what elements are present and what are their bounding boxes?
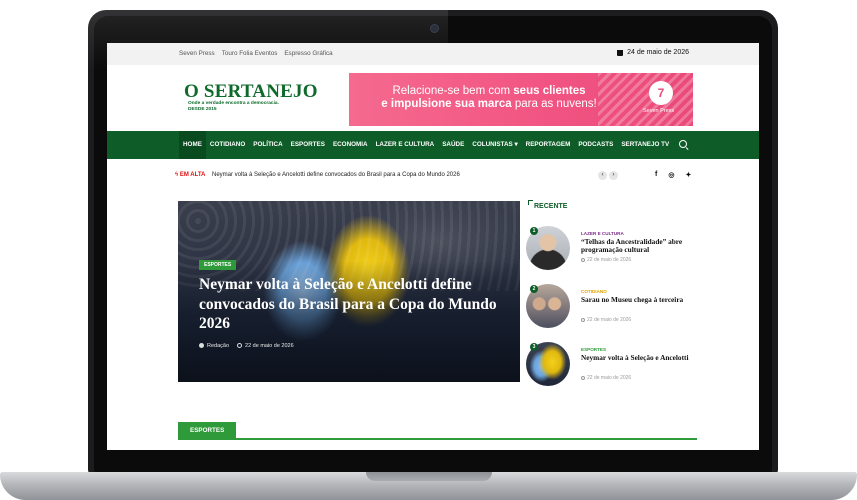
recent-post-date: 22 de maio de 2026 bbox=[581, 257, 631, 263]
laptop-frame: Seven Press Touro Folia Eventos Espresso… bbox=[0, 0, 857, 500]
facebook-icon[interactable]: f bbox=[655, 171, 657, 179]
website-screen: Seven Press Touro Folia Eventos Espresso… bbox=[107, 43, 759, 450]
hero-category-badge[interactable]: ESPORTES bbox=[199, 260, 237, 270]
nav-item-esportes[interactable]: ESPORTES bbox=[287, 131, 329, 159]
hero-author[interactable]: Redação bbox=[199, 343, 229, 349]
current-date-text: 24 de maio de 2026 bbox=[627, 49, 689, 56]
logo-since: DESDE 2015 bbox=[188, 107, 217, 112]
nav-item-economia[interactable]: ECONOMIA bbox=[329, 131, 372, 159]
ad-line-1-plain: Relacione-se bem com bbox=[392, 85, 514, 97]
ad-line-2: e impulsione sua marca para as nuvens! bbox=[369, 98, 609, 111]
laptop-notch bbox=[366, 472, 492, 481]
instagram-icon[interactable]: ◎ bbox=[668, 171, 674, 179]
hero-article[interactable]: ESPORTES Neymar volta à Seleção e Ancelo… bbox=[178, 201, 520, 382]
nav-items: HOME COTIDIANO POLÍTICA ESPORTES ECONOMI… bbox=[179, 131, 689, 159]
webcam bbox=[430, 24, 439, 33]
site-logo[interactable]: O SERTANEJO Onde a verdade encontra a de… bbox=[184, 82, 318, 113]
recent-post-category[interactable]: LAZER E CULTURA bbox=[581, 231, 624, 236]
ad-line-1: Relacione-se bem com seus clientes bbox=[369, 85, 609, 98]
ticker-next-button[interactable]: › bbox=[609, 171, 618, 180]
section-esportes: ESPORTES bbox=[178, 422, 697, 442]
clock-icon bbox=[237, 343, 243, 349]
main-nav: HOME COTIDIANO POLÍTICA ESPORTES ECONOMI… bbox=[107, 131, 759, 159]
nav-item-home[interactable]: HOME bbox=[179, 131, 206, 159]
recent-sidebar: RECENTE 1 LAZER E CULTURA “Telhas da Anc… bbox=[526, 200, 696, 392]
recent-post-title[interactable]: Sarau no Museu chega à terceira bbox=[581, 296, 693, 304]
top-links: Seven Press Touro Folia Eventos Espresso… bbox=[179, 50, 333, 57]
nav-item-politica[interactable]: POLÍTICA bbox=[249, 131, 286, 159]
recent-heading: RECENTE bbox=[528, 200, 567, 210]
social-links: f ◎ ✦ bbox=[655, 171, 691, 179]
current-date: 24 de maio de 2026 bbox=[617, 49, 689, 56]
nav-item-lazer-cultura[interactable]: LAZER E CULTURA bbox=[372, 131, 439, 159]
top-link-seven-press[interactable]: Seven Press bbox=[179, 50, 215, 57]
recent-post[interactable]: 3 ESPORTES Neymar volta à Seleção e Ance… bbox=[526, 342, 696, 392]
nav-item-sertanejo-tv[interactable]: SERTANEJO TV bbox=[617, 131, 673, 159]
nav-item-saude[interactable]: SAÚDE bbox=[438, 131, 468, 159]
recent-post-number: 1 bbox=[530, 227, 538, 235]
recent-post-number: 3 bbox=[530, 343, 538, 351]
ad-line-2-bold: e impulsione sua marca bbox=[381, 98, 512, 110]
hero-meta: Redação 22 de maio de 2026 bbox=[199, 343, 294, 349]
user-icon bbox=[199, 343, 204, 349]
recent-post-date-text: 22 de maio de 2026 bbox=[587, 317, 632, 323]
top-link-espresso[interactable]: Espresso Gráfica bbox=[284, 50, 332, 57]
top-link-touro-folia[interactable]: Touro Folia Eventos bbox=[222, 50, 278, 57]
calendar-icon bbox=[617, 49, 624, 56]
section-divider bbox=[178, 438, 697, 440]
twitter-icon[interactable]: ✦ bbox=[685, 171, 691, 179]
recent-post-date: 22 de maio de 2026 bbox=[581, 317, 631, 323]
section-title[interactable]: ESPORTES bbox=[178, 422, 237, 439]
hero-date: 22 de maio de 2026 bbox=[237, 343, 294, 349]
ad-brand: Seven Press bbox=[643, 108, 675, 114]
ticker-arrows: ‹ › bbox=[598, 171, 618, 180]
recent-post-date: 22 de maio de 2026 bbox=[581, 375, 631, 381]
nav-item-reportagem[interactable]: REPORTAGEM bbox=[522, 131, 575, 159]
ad-line-2-plain: para as nuvens! bbox=[511, 98, 597, 110]
clock-icon bbox=[581, 375, 585, 380]
recent-post[interactable]: 1 LAZER E CULTURA “Telhas da Ancestralid… bbox=[526, 226, 696, 276]
hero-title[interactable]: Neymar volta à Seleção e Ancelotti defin… bbox=[199, 275, 504, 334]
ticker-prev-button[interactable]: ‹ bbox=[598, 171, 607, 180]
recent-post-category[interactable]: ESPORTES bbox=[581, 347, 606, 352]
clock-icon bbox=[581, 257, 585, 262]
news-ticker: ϟ EM ALTA Neymar volta à Seleção e Ancel… bbox=[175, 170, 695, 182]
recent-post-date-text: 22 de maio de 2026 bbox=[587, 257, 632, 263]
recent-post-category[interactable]: COTIDIANO bbox=[581, 289, 607, 294]
ticker-label: ϟ EM ALTA bbox=[175, 172, 206, 178]
logo-name: O SERTANEJO bbox=[184, 81, 318, 102]
hero-date-text: 22 de maio de 2026 bbox=[245, 343, 294, 349]
recent-post-title[interactable]: Neymar volta à Seleção e Ancelotti bbox=[581, 354, 693, 362]
recent-post[interactable]: 2 COTIDIANO Sarau no Museu chega à terce… bbox=[526, 284, 696, 334]
recent-post-title[interactable]: “Telhas da Ancestralidade” abre programa… bbox=[581, 238, 693, 254]
banner-ad[interactable]: Relacione-se bem com seus clientes e imp… bbox=[349, 73, 693, 126]
nav-item-colunistas[interactable]: COLUNISTAS ▾ bbox=[468, 131, 521, 159]
recent-post-date-text: 22 de maio de 2026 bbox=[587, 375, 632, 381]
nav-item-cotidiano[interactable]: COTIDIANO bbox=[206, 131, 249, 159]
ticker-label-text: EM ALTA bbox=[179, 172, 206, 178]
search-icon[interactable] bbox=[679, 140, 689, 150]
seven-press-logo-icon: 7 bbox=[649, 81, 673, 105]
clock-icon bbox=[581, 317, 585, 322]
ad-pattern bbox=[598, 73, 693, 126]
recent-post-number: 2 bbox=[530, 285, 538, 293]
nav-item-podcasts[interactable]: PODCASTS bbox=[574, 131, 617, 159]
top-bar: Seven Press Touro Folia Eventos Espresso… bbox=[107, 43, 759, 65]
ad-line-1-bold: seus clientes bbox=[513, 85, 586, 97]
ticker-headline[interactable]: Neymar volta à Seleção e Ancelotti defin… bbox=[212, 172, 460, 178]
hero-author-name: Redação bbox=[207, 343, 230, 349]
